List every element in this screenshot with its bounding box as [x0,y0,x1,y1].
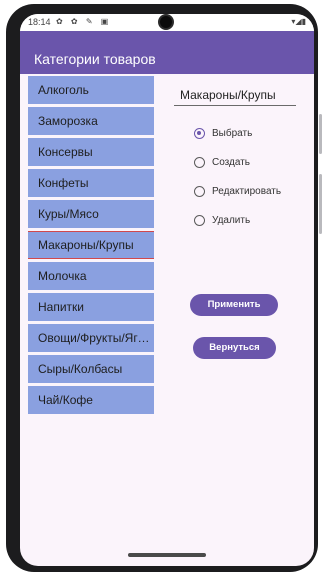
volume-button [319,174,322,234]
radio-label: Создать [212,157,251,168]
category-item[interactable]: Куры/Мясо [28,200,154,228]
category-item[interactable]: Напитки [28,293,154,321]
radio-checked-icon [194,128,205,139]
category-item[interactable]: Конфеты [28,169,154,197]
selected-category-field[interactable]: Макароны/Крупы [174,88,296,106]
radio-unchecked-icon [194,215,205,226]
category-item-selected[interactable]: Макароны/Крупы [28,231,154,259]
category-item[interactable]: Заморозка [28,107,154,135]
app-bar: Категории товаров [20,31,314,74]
category-item[interactable]: Консервы [28,138,154,166]
category-item[interactable]: Овощи/Фрукты/Ягоды [28,324,154,352]
phone-frame: 18:14 ✿ ✿ ✎ ▣ ▾◢▮ Категории товаров Алко… [6,4,322,572]
radio-label: Редактировать [212,186,282,197]
category-item[interactable]: Алкоголь [28,76,154,104]
power-button [319,114,322,154]
category-item[interactable]: Молочка [28,262,154,290]
status-time: 18:14 [28,17,51,27]
back-button[interactable]: Вернуться [193,337,276,359]
category-item[interactable]: Чай/Кофе [28,386,154,414]
app-title: Категории товаров [34,51,156,67]
status-bar: 18:14 ✿ ✿ ✎ ▣ ▾◢▮ [20,14,314,31]
screen: 18:14 ✿ ✿ ✎ ▣ ▾◢▮ Категории товаров Алко… [20,14,314,566]
home-indicator[interactable] [128,553,206,557]
apply-button[interactable]: Применить [190,294,278,316]
status-notification-icons: ✿ ✿ ✎ ▣ [56,17,112,26]
radio-unchecked-icon [194,157,205,168]
category-item[interactable]: Сыры/Колбасы [28,355,154,383]
camera-icon [158,14,174,30]
radio-label: Удалить [212,215,251,226]
radio-unchecked-icon [194,186,205,197]
signal-battery-icons: ▾◢▮ [291,17,306,26]
radio-label: Выбрать [212,128,253,139]
